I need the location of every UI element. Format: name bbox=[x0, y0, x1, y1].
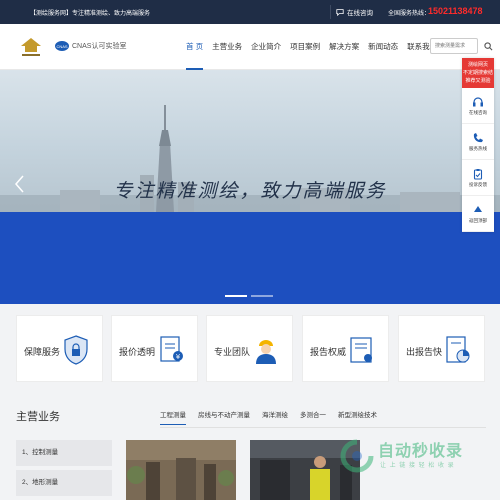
hotline-number[interactable]: 15021138478 bbox=[428, 6, 483, 16]
section-title: 主营业务 bbox=[16, 411, 60, 423]
main-nav: CNAS CNAS认可实验室 首 页 主营业务 企业简介 项目案例 解决方案 新… bbox=[0, 24, 500, 70]
hero-banner: 专注精准测绘，致力高端服务 bbox=[0, 70, 500, 304]
feature-cards: 保障服务 报价透明 ¥ 专业团队 报告权威 出报告快 bbox=[16, 315, 486, 382]
sidebar-alert[interactable]: 测绘网页 不定期搜索结 推荐又测验 bbox=[462, 58, 494, 88]
sidebar-alert-line-1: 测绘网页 bbox=[467, 62, 488, 68]
tab-property-survey[interactable]: 房线与不动产测量 bbox=[198, 409, 250, 425]
online-chat-label: 在线咨询 bbox=[347, 10, 373, 17]
feature-card-label: 保障服务 bbox=[24, 347, 61, 357]
feature-card-label: 报告权威 bbox=[310, 347, 347, 357]
banner-dot-2[interactable] bbox=[251, 295, 273, 297]
report-chart-icon bbox=[446, 336, 470, 363]
sidebar-online-chat-button[interactable]: 在线咨询 bbox=[462, 88, 494, 124]
search-button[interactable] bbox=[480, 38, 496, 54]
online-chat-link[interactable]: 在线咨询 bbox=[336, 7, 373, 17]
hotline-label: 全国服务热线： bbox=[388, 11, 431, 17]
watermark-logo-icon bbox=[340, 439, 374, 473]
tab-multi-survey[interactable]: 多测合一 bbox=[300, 409, 326, 425]
service-list-item-control-survey[interactable]: 1、控制测量 bbox=[16, 440, 112, 466]
watermark-overlay: 自动秒收录 让 上 链 接 轻 松 收 录 bbox=[340, 437, 490, 477]
headset-icon bbox=[473, 96, 483, 106]
feature-card-guarantee[interactable]: 保障服务 bbox=[16, 315, 103, 382]
floating-sidebar: 测绘网页 不定期搜索结 推荐又测验 在线咨询 服务热线 投诉反馈 返回顶部 bbox=[462, 58, 494, 232]
feature-card-label: 出报告快 bbox=[406, 347, 443, 357]
sidebar-feedback-button[interactable]: 投诉反馈 bbox=[462, 160, 494, 196]
banner-slogan: 专注精准测绘，致力高端服务 bbox=[113, 180, 387, 202]
arrow-up-icon bbox=[474, 205, 482, 212]
search-icon bbox=[483, 41, 492, 50]
tab-engineering-survey[interactable]: 工程测量 bbox=[160, 409, 186, 425]
top-notice: 【测绘服务网】专注精准测绘、致力高端服务 bbox=[30, 11, 151, 17]
top-bar: 【测绘服务网】专注精准测绘、致力高端服务 在线咨询 全国服务热线： 150211… bbox=[0, 0, 500, 24]
service-list: 1、控制测量 2、地形测量 bbox=[16, 440, 112, 500]
service-photo-building[interactable] bbox=[126, 440, 236, 500]
sidebar-alert-line-2: 不定期搜索结 bbox=[463, 70, 494, 76]
service-list-item-topographic-survey[interactable]: 2、地形测量 bbox=[16, 470, 112, 496]
feature-card-label: 报价透明 bbox=[119, 347, 156, 357]
price-document-icon: ¥ bbox=[160, 336, 183, 362]
feature-card-professional-team[interactable]: 专业团队 bbox=[206, 315, 293, 382]
sidebar-back-to-top-label: 返回顶部 bbox=[469, 217, 487, 223]
tabs-divider bbox=[160, 427, 486, 428]
svg-text:¥: ¥ bbox=[176, 353, 181, 361]
certificate-icon bbox=[350, 337, 372, 363]
watermark-title: 自动秒收录 bbox=[378, 443, 464, 460]
shield-icon bbox=[64, 335, 88, 365]
banner-prev-arrow-icon[interactable] bbox=[12, 173, 28, 195]
feature-card-authoritative-report[interactable]: 报告权威 bbox=[302, 315, 389, 382]
sidebar-alert-line-3: 推荐又测验 bbox=[465, 78, 491, 84]
cnas-badge-icon: CNAS bbox=[55, 41, 69, 51]
service-tabs: 工程测量 房线与不动产测量 海洋测绘 多测合一 新型测绘技术 bbox=[160, 409, 377, 425]
feature-card-transparent-pricing[interactable]: 报价透明 ¥ bbox=[111, 315, 198, 382]
cnas-label: CNAS认可实验室 bbox=[72, 43, 127, 50]
nav-menu: 首 页 主营业务 企业简介 项目案例 解决方案 新闻动态 联系我们 bbox=[186, 24, 446, 70]
chat-icon bbox=[336, 9, 344, 16]
company-logo[interactable] bbox=[18, 36, 44, 58]
top-divider bbox=[330, 5, 331, 19]
building-photo-illustration bbox=[126, 440, 236, 500]
feature-card-label: 专业团队 bbox=[214, 347, 251, 357]
nav-item-solutions[interactable]: 解决方案 bbox=[329, 24, 359, 70]
search-input[interactable] bbox=[430, 38, 478, 54]
cnas-certification: CNAS CNAS认可实验室 bbox=[55, 41, 126, 51]
sidebar-online-chat-label: 在线咨询 bbox=[469, 109, 487, 115]
watermark-subtitle: 让 上 链 接 轻 松 收 录 bbox=[380, 463, 455, 469]
engineer-icon bbox=[256, 340, 276, 364]
nav-item-about[interactable]: 企业简介 bbox=[251, 24, 281, 70]
tab-new-technology[interactable]: 新型测绘技术 bbox=[338, 409, 377, 425]
banner-dot-1[interactable] bbox=[225, 295, 247, 297]
sidebar-hotline-label: 服务热线 bbox=[469, 145, 487, 151]
tab-marine-survey[interactable]: 海洋测绘 bbox=[262, 409, 288, 425]
sidebar-back-to-top-button[interactable]: 返回顶部 bbox=[462, 196, 494, 232]
nav-item-news[interactable]: 新闻动态 bbox=[368, 24, 398, 70]
sidebar-feedback-label: 投诉反馈 bbox=[469, 181, 487, 187]
nav-item-home[interactable]: 首 页 bbox=[186, 24, 204, 70]
phone-24h-icon bbox=[473, 132, 483, 142]
banner-pagination bbox=[225, 295, 273, 297]
nav-item-business[interactable]: 主营业务 bbox=[212, 24, 242, 70]
nav-item-cases[interactable]: 项目案例 bbox=[290, 24, 320, 70]
feature-card-fast-report[interactable]: 出报告快 bbox=[398, 315, 485, 382]
sidebar-hotline-button[interactable]: 服务热线 bbox=[462, 124, 494, 160]
clipboard-icon bbox=[473, 168, 483, 180]
